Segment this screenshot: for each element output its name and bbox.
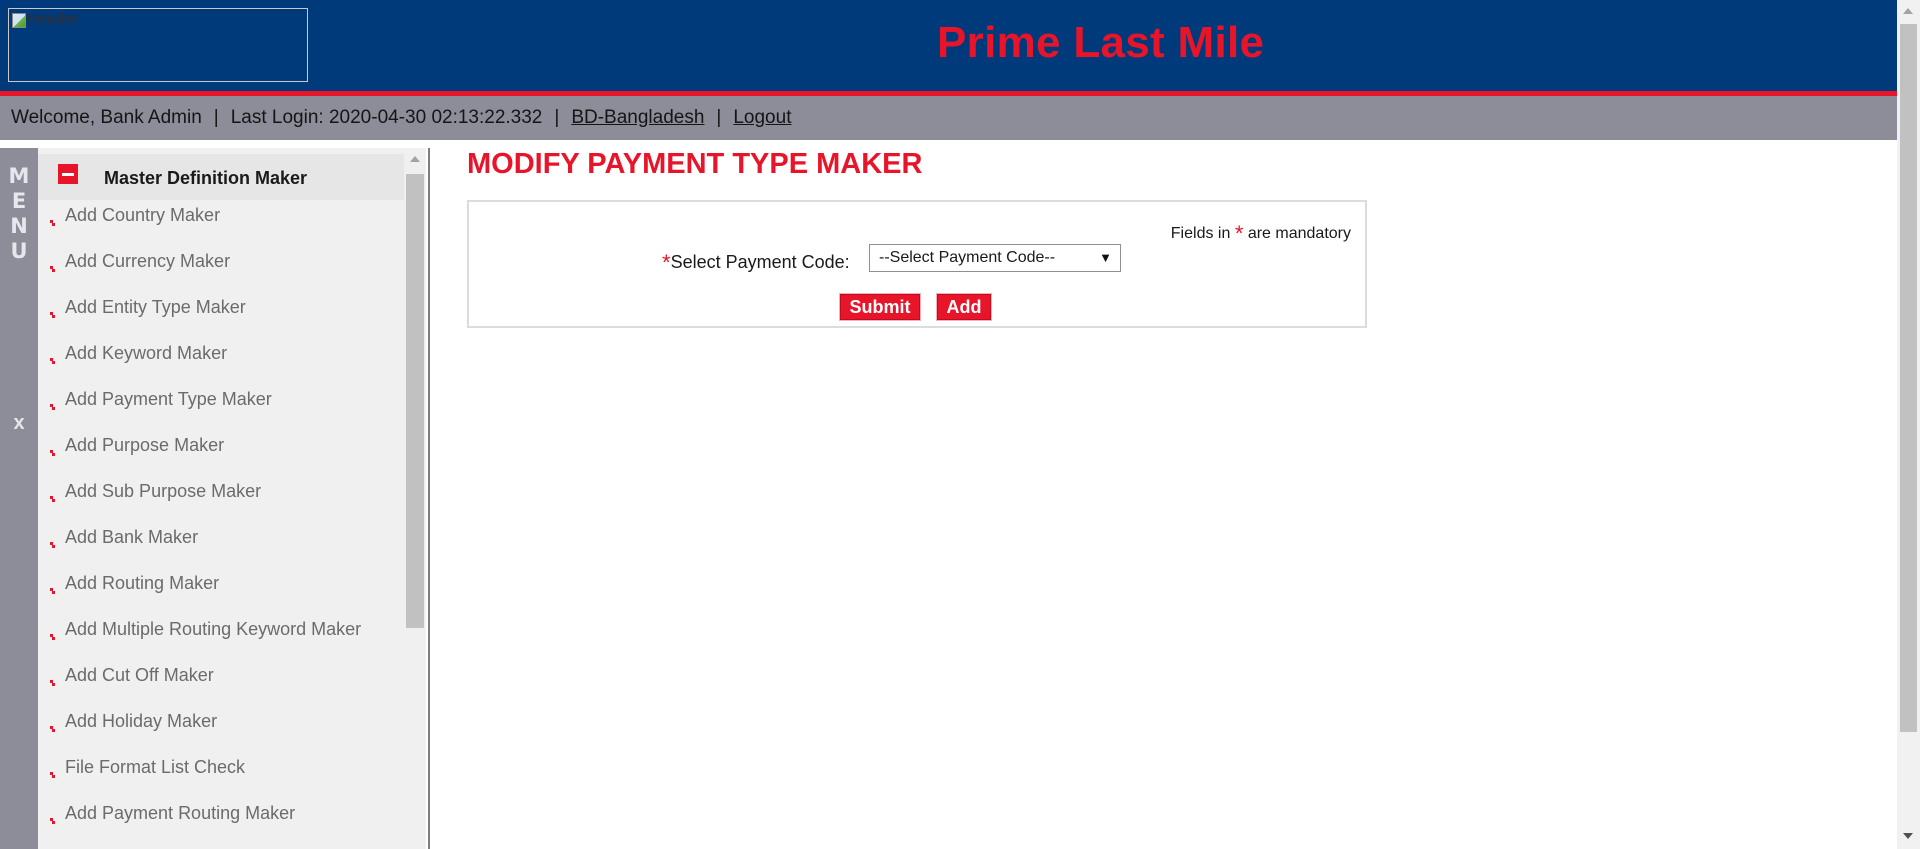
bullet-arrow-icon <box>50 680 55 686</box>
menu-letter: U <box>10 239 28 263</box>
sidebar-item-add-multiple-routing-keyword-maker[interactable]: Add Multiple Routing Keyword Maker <box>38 608 404 654</box>
payment-code-label: Select Payment Code: <box>670 252 850 272</box>
bullet-arrow-icon <box>50 496 55 502</box>
app-title: Prime Last Mile <box>937 18 1265 67</box>
header-logo: Header <box>8 8 308 82</box>
sidebar-item-label[interactable]: Add Routing Maker <box>65 573 219 594</box>
sidebar: Master Definition Maker Add Country Make… <box>38 148 404 849</box>
bullet-arrow-icon <box>50 358 55 364</box>
separator: | <box>213 107 219 128</box>
menu-vertical-label: M E N U <box>0 164 38 264</box>
user-info-bar: Welcome, Bank Admin | Last Login: 2020-0… <box>0 96 1897 140</box>
sidebar-item-add-payment-type-maker[interactable]: Add Payment Type Maker <box>38 378 404 424</box>
bullet-arrow-icon <box>50 634 55 640</box>
sidebar-item-label[interactable]: Add Cut Off Maker <box>65 665 214 686</box>
add-button[interactable]: Add <box>936 293 992 321</box>
minus-icon[interactable] <box>58 164 78 184</box>
sidebar-item-label[interactable]: Add Entity Type Maker <box>65 297 246 318</box>
last-login-text: Last Login: 2020-04-30 02:13:22.332 <box>230 107 543 128</box>
bullet-arrow-icon <box>50 266 55 272</box>
welcome-text: Welcome, Bank Admin <box>11 107 202 128</box>
scroll-down-icon[interactable] <box>1903 833 1913 839</box>
sidebar-scrollbar-thumb[interactable] <box>406 174 424 628</box>
required-star: * <box>1234 221 1244 246</box>
sidebar-item-add-cut-off-maker[interactable]: Add Cut Off Maker <box>38 654 404 700</box>
sidebar-item-add-entity-type-maker[interactable]: Add Entity Type Maker <box>38 286 404 332</box>
header-logo-alt: Header <box>12 11 78 29</box>
bullet-arrow-icon <box>50 404 55 410</box>
modify-payment-type-form: Fields in * are mandatory *Select Paymen… <box>467 200 1367 328</box>
sidebar-item-file-format-list-check[interactable]: File Format List Check <box>38 746 404 792</box>
payment-code-selected-value: --Select Payment Code-- <box>879 249 1056 266</box>
bullet-arrow-icon <box>50 220 55 226</box>
sidebar-section-title: Master Definition Maker <box>104 168 308 188</box>
mandatory-note-suffix: are mandatory <box>1247 225 1351 242</box>
sidebar-menu: Add Country Maker Add Currency Maker Add… <box>38 194 404 838</box>
bullet-arrow-icon <box>50 542 55 548</box>
logout-link[interactable]: Logout <box>733 107 791 129</box>
sidebar-item-add-payment-routing-maker[interactable]: Add Payment Routing Maker <box>38 792 404 838</box>
sidebar-item-label[interactable]: Add Multiple Routing Keyword Maker <box>65 619 361 640</box>
sidebar-item-add-purpose-maker[interactable]: Add Purpose Maker <box>38 424 404 470</box>
region-link[interactable]: BD-Bangladesh <box>571 107 704 129</box>
menu-letter: E <box>11 189 27 213</box>
header-logo-alt-text: Header <box>26 11 79 28</box>
sidebar-item-label[interactable]: Add Sub Purpose Maker <box>65 481 261 502</box>
sidebar-item-add-currency-maker[interactable]: Add Currency Maker <box>38 240 404 286</box>
bullet-arrow-icon <box>50 818 55 824</box>
sidebar-item-label[interactable]: Add Country Maker <box>65 205 220 226</box>
menu-letter: M <box>8 164 30 188</box>
scroll-up-icon[interactable] <box>410 156 420 162</box>
sidebar-item-add-holiday-maker[interactable]: Add Holiday Maker <box>38 700 404 746</box>
broken-image-icon <box>12 12 26 28</box>
bullet-arrow-icon <box>50 726 55 732</box>
sidebar-item-add-keyword-maker[interactable]: Add Keyword Maker <box>38 332 404 378</box>
scroll-up-icon[interactable] <box>1903 8 1913 14</box>
separator: | <box>716 107 722 128</box>
submit-button[interactable]: Submit <box>839 293 921 321</box>
sidebar-item-label[interactable]: Add Purpose Maker <box>65 435 224 456</box>
bullet-arrow-icon <box>50 312 55 318</box>
separator: | <box>554 107 560 128</box>
bullet-arrow-icon <box>50 772 55 778</box>
page-title: MODIFY PAYMENT TYPE MAKER <box>467 148 923 180</box>
header-bar: Header Prime Last Mile <box>0 0 1897 91</box>
sidebar-item-label[interactable]: Add Holiday Maker <box>65 711 217 732</box>
sidebar-divider <box>428 148 430 849</box>
mandatory-note: Fields in * are mandatory <box>1170 218 1351 246</box>
mandatory-note-prefix: Fields in <box>1170 225 1231 242</box>
window-scrollbar[interactable] <box>1897 0 1920 849</box>
close-menu-icon[interactable]: x <box>0 412 38 435</box>
sidebar-item-label[interactable]: Add Payment Routing Maker <box>65 803 295 824</box>
menu-letter: N <box>10 214 28 238</box>
payment-code-field-label: *Select Payment Code: <box>662 248 850 275</box>
sidebar-item-label[interactable]: Add Currency Maker <box>65 251 230 272</box>
required-star: * <box>662 250 671 275</box>
menu-strip: M E N U x <box>0 148 38 849</box>
sidebar-item-label[interactable]: Add Keyword Maker <box>65 343 227 364</box>
payment-code-select[interactable]: --Select Payment Code-- ▼ <box>869 244 1121 272</box>
sidebar-scrollbar[interactable] <box>404 148 426 849</box>
sidebar-item-label[interactable]: File Format List Check <box>65 757 245 778</box>
window-scrollbar-thumb[interactable] <box>1900 24 1917 732</box>
sidebar-item-label[interactable]: Add Payment Type Maker <box>65 389 272 410</box>
sidebar-item-add-routing-maker[interactable]: Add Routing Maker <box>38 562 404 608</box>
sidebar-item-add-sub-purpose-maker[interactable]: Add Sub Purpose Maker <box>38 470 404 516</box>
sidebar-item-add-country-maker[interactable]: Add Country Maker <box>38 194 404 240</box>
chevron-down-icon: ▼ <box>1099 250 1112 265</box>
sidebar-item-label[interactable]: Add Bank Maker <box>65 527 198 548</box>
bullet-arrow-icon <box>50 450 55 456</box>
sidebar-item-add-bank-maker[interactable]: Add Bank Maker <box>38 516 404 562</box>
bullet-arrow-icon <box>50 588 55 594</box>
